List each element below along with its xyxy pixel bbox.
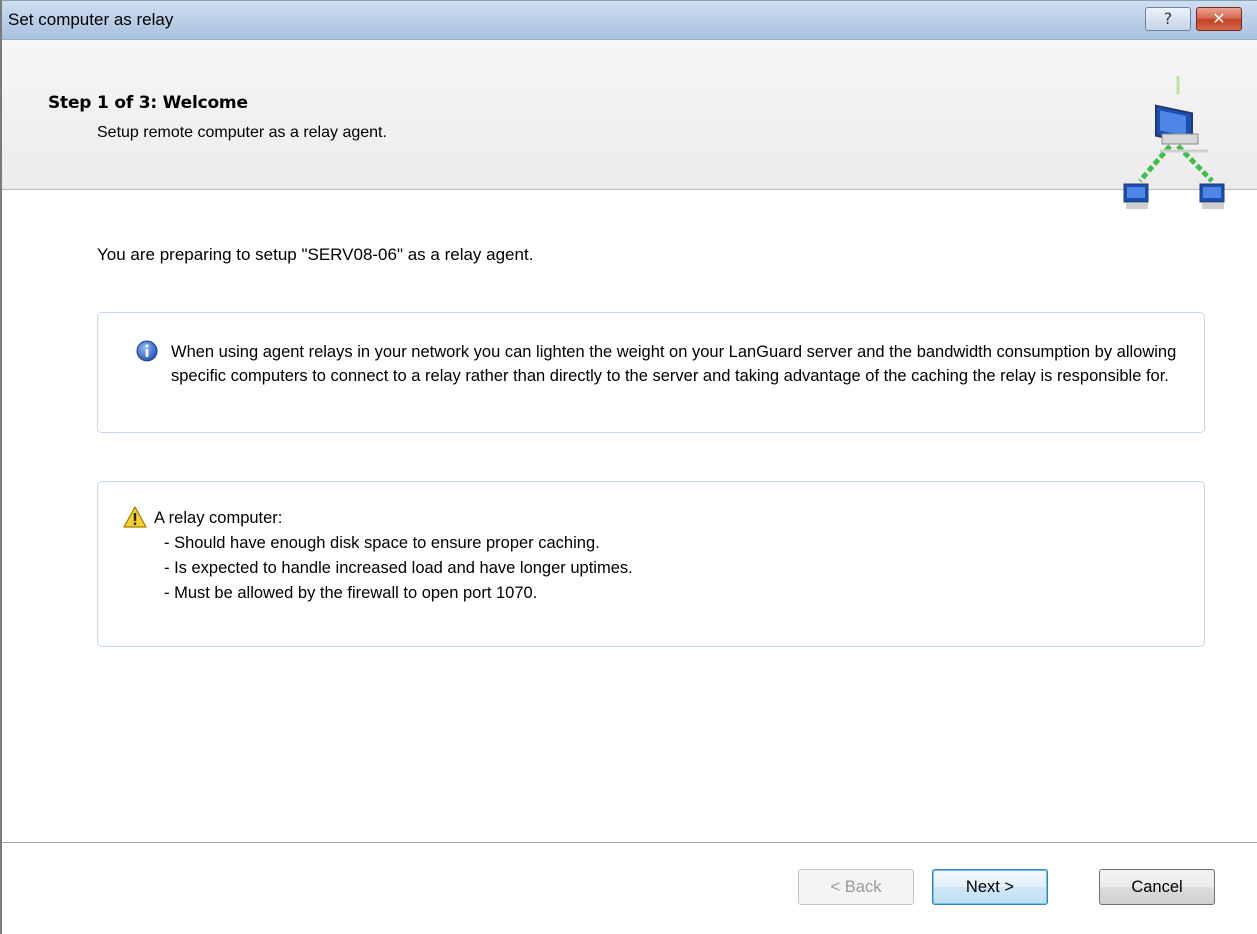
step-title: Step 1 of 3: Welcome (48, 93, 248, 113)
warning-line: - Is expected to handle increased load a… (164, 559, 633, 577)
warning-panel: A relay computer: - Should have enough d… (97, 481, 1205, 647)
footer-divider (2, 842, 1257, 844)
warning-line: - Should have enough disk space to ensur… (164, 534, 600, 552)
network-relay-icon (1123, 76, 1225, 209)
info-icon (136, 340, 158, 362)
dialog-window: Set computer as relay ? ✕ Step 1 of 3: W… (0, 0, 1257, 934)
step-subtitle: Setup remote computer as a relay agent. (97, 124, 387, 141)
intro-text: You are preparing to setup "SERV08-06" a… (97, 245, 534, 264)
info-text: When using agent relays in your network … (171, 343, 1177, 385)
warning-line: - Must be allowed by the firewall to ope… (164, 584, 538, 602)
warning-text: A relay computer: - Should have enough d… (154, 506, 633, 606)
warning-line: A relay computer: (154, 509, 283, 527)
window-title: Set computer as relay (8, 10, 174, 29)
close-button[interactable]: ✕ (1196, 7, 1242, 31)
cancel-button[interactable]: Cancel (1099, 869, 1215, 905)
warning-icon (123, 506, 147, 528)
back-button[interactable]: < Back (798, 869, 914, 905)
info-panel: When using agent relays in your network … (97, 312, 1205, 433)
next-button[interactable]: Next > (932, 869, 1048, 905)
title-bar[interactable]: Set computer as relay ? ✕ (2, 1, 1257, 40)
help-button[interactable]: ? (1145, 7, 1191, 31)
wizard-header: Step 1 of 3: Welcome Setup remote comput… (2, 40, 1257, 209)
